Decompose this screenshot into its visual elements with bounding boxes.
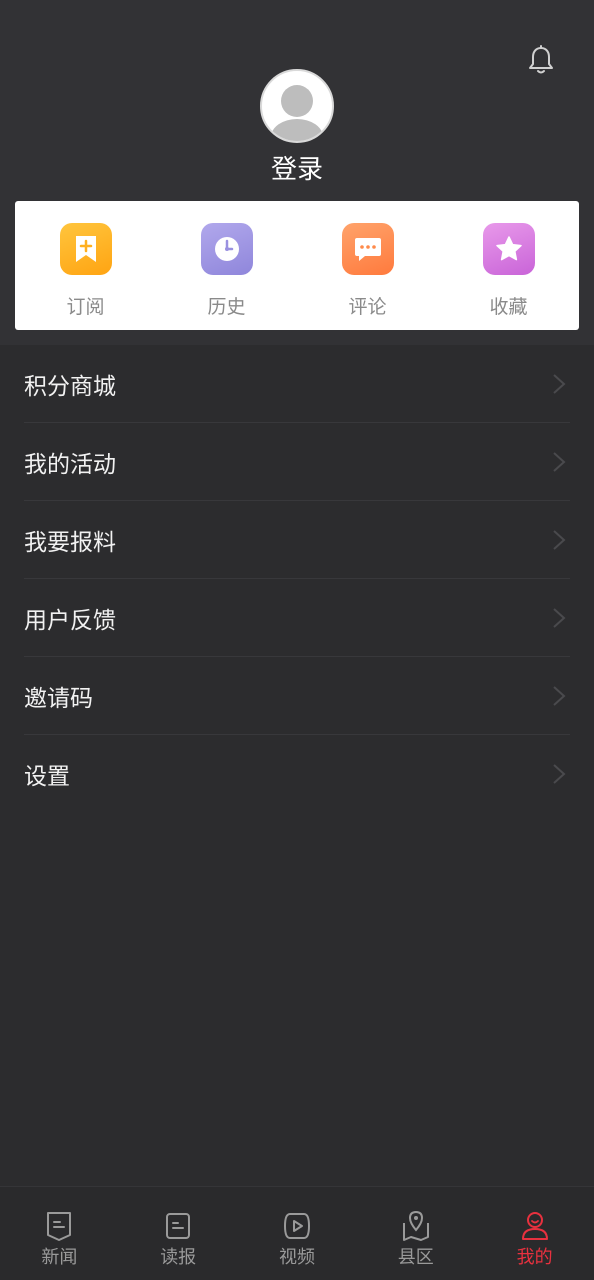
- tab-label: 读报: [160, 1247, 197, 1268]
- star-icon: [482, 223, 535, 275]
- settings-menu: 积分商城 我的活动 我要报料 用户反馈 邀请码 设置: [0, 345, 594, 812]
- comment-icon: [341, 223, 394, 275]
- menu-item-label: 我的活动: [24, 451, 116, 478]
- quick-action-favorites[interactable]: 收藏: [454, 201, 564, 330]
- menu-item-label: 邀请码: [24, 685, 93, 712]
- menu-item-label: 积分商城: [24, 373, 116, 400]
- bookmark-plus-icon: [59, 223, 112, 275]
- chevron-right-icon: [553, 452, 566, 472]
- tab-news[interactable]: 新闻: [0, 1187, 119, 1280]
- chevron-right-icon: [553, 608, 566, 628]
- quick-action-label: 评论: [348, 296, 387, 318]
- menu-item-label: 我要报料: [24, 529, 116, 556]
- menu-item-submit-tip[interactable]: 我要报料: [24, 501, 570, 579]
- chevron-right-icon: [553, 530, 566, 550]
- quick-actions-card: 订阅 历史 评论 收藏: [15, 201, 579, 330]
- newspaper-icon: [166, 1213, 191, 1239]
- tab-label: 县区: [397, 1247, 434, 1268]
- avatar[interactable]: [260, 69, 334, 143]
- video-icon: [283, 1213, 310, 1239]
- bottom-tab-bar: 新闻 读报 视频 县区 我的: [0, 1186, 594, 1280]
- login-button[interactable]: 登录: [0, 150, 594, 190]
- menu-item-label: 设置: [24, 763, 70, 790]
- tab-label: 我的: [516, 1247, 553, 1268]
- quick-action-subscribe[interactable]: 订阅: [31, 201, 141, 330]
- map-pin-icon: [402, 1210, 429, 1241]
- profile-icon: [521, 1212, 548, 1240]
- tab-label: 新闻: [41, 1247, 78, 1268]
- quick-action-comments[interactable]: 评论: [313, 201, 423, 330]
- chevron-right-icon: [553, 686, 566, 706]
- menu-item-settings[interactable]: 设置: [24, 735, 570, 812]
- menu-item-invite-code[interactable]: 邀请码: [24, 657, 570, 735]
- tab-label: 视频: [278, 1247, 315, 1268]
- menu-item-my-activities[interactable]: 我的活动: [24, 423, 570, 501]
- news-icon: [47, 1212, 72, 1241]
- tab-video[interactable]: 视频: [238, 1187, 357, 1280]
- profile-page: 登录 订阅 历史 评论 收藏 积分商城 我的活动 我要报料 用户反馈 邀请码 设…: [0, 0, 594, 1280]
- quick-action-label: 订阅: [66, 296, 105, 318]
- tab-county[interactable]: 县区: [356, 1187, 475, 1280]
- default-avatar-icon: [271, 85, 323, 141]
- tab-newspaper[interactable]: 读报: [119, 1187, 238, 1280]
- quick-action-history[interactable]: 历史: [172, 201, 282, 330]
- menu-item-feedback[interactable]: 用户反馈: [24, 579, 570, 657]
- quick-action-label: 收藏: [489, 296, 528, 318]
- clock-icon: [200, 223, 253, 275]
- bell-icon[interactable]: [526, 44, 556, 76]
- menu-item-points-mall[interactable]: 积分商城: [24, 345, 570, 423]
- profile-header: 登录 订阅 历史 评论 收藏: [0, 0, 594, 345]
- menu-item-label: 用户反馈: [24, 607, 116, 634]
- chevron-right-icon: [553, 374, 566, 394]
- tab-me[interactable]: 我的: [475, 1187, 594, 1280]
- chevron-right-icon: [553, 764, 566, 784]
- quick-action-label: 历史: [207, 296, 246, 318]
